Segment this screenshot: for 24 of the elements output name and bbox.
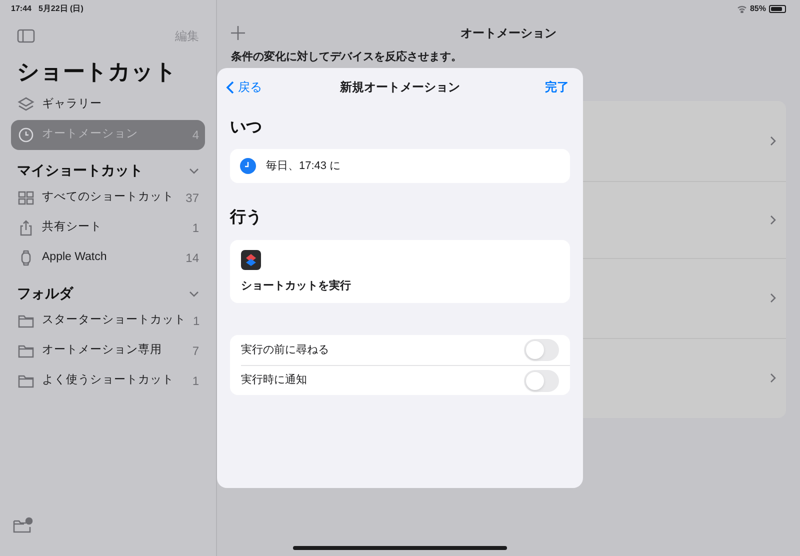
sidebar-item[interactable]: スターターショートカット 1 xyxy=(11,306,205,336)
option-label: 実行時に通知 xyxy=(241,372,307,388)
sidebar-item[interactable]: オートメーション専用 7 xyxy=(11,336,205,366)
action-card[interactable]: ショートカットを実行 xyxy=(230,240,570,303)
sidebar-title: ショートカット xyxy=(16,58,178,86)
page-title: オートメーション xyxy=(460,25,556,42)
section-heading: マイショートカット xyxy=(17,161,143,180)
status-time: 17:44 xyxy=(11,3,32,15)
back-button[interactable]: 戻る xyxy=(226,78,262,96)
sheet-title: 新規オートメーション xyxy=(340,79,460,96)
option-label: 実行の前に尋ねる xyxy=(241,342,329,358)
sidebar-item[interactable]: Apple Watch 14 xyxy=(11,243,205,273)
battery-percent: 85% xyxy=(750,3,766,15)
status-date: 5月22日 (日) xyxy=(38,3,84,15)
done-button[interactable]: 完了 xyxy=(545,78,569,96)
section-heading: 行う xyxy=(230,208,263,228)
sidebar-item[interactable]: すべてのショートカット 37 xyxy=(11,183,205,213)
sidebar-item[interactable]: ギャラリー xyxy=(11,90,205,120)
trigger-row[interactable]: 毎日、17:43 に xyxy=(230,149,570,183)
sidebar-item[interactable]: よく使うショートカット 1 xyxy=(11,366,205,396)
section-heading: いつ xyxy=(230,118,263,138)
description-text: 条件の変化に対してデバイスを反応させます。 xyxy=(231,50,463,65)
sidebar-item[interactable]: 共有シート 1 xyxy=(11,213,205,243)
section-heading: フォルダ xyxy=(17,284,73,303)
